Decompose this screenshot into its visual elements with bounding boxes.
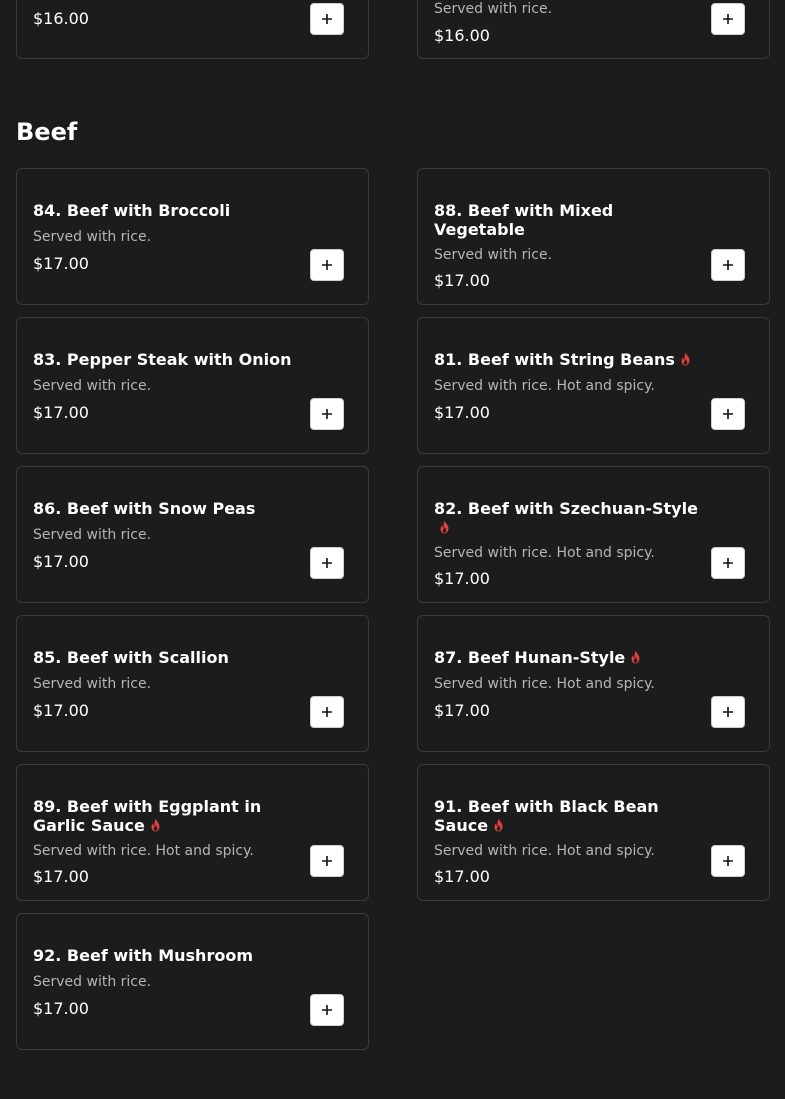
flame-icon bbox=[680, 351, 691, 370]
menu-item-card[interactable]: 91. Beef with Black Bean Sauce Served wit… bbox=[417, 764, 770, 901]
item-price: $17.00 bbox=[434, 271, 490, 290]
item-description: Served with rice. Hot and spicy. bbox=[33, 843, 254, 859]
menu-item-card[interactable]: 86. Beef with Snow Peas Served with rice.… bbox=[16, 466, 369, 603]
add-to-cart-button[interactable] bbox=[310, 845, 344, 877]
plus-icon bbox=[723, 260, 733, 270]
item-description: Served with rice. Hot and spicy. bbox=[434, 378, 655, 394]
item-name-text: 89. Beef with Eggplant in Garlic Sauce bbox=[33, 797, 262, 835]
item-description: Served with rice. Hot and spicy. bbox=[434, 843, 655, 859]
item-name: 91. Beef with Black Bean Sauce bbox=[434, 797, 699, 836]
item-name: 89. Beef with Eggplant in Garlic Sauce bbox=[33, 797, 298, 836]
item-name: 82. Beef with Szechuan-Style bbox=[434, 499, 699, 538]
item-description: Served with rice. Hot and spicy. bbox=[434, 545, 655, 561]
item-price: $17.00 bbox=[434, 867, 490, 886]
item-name-text: 86. Beef with Snow Peas bbox=[33, 499, 256, 518]
item-description: Served with rice. bbox=[33, 378, 152, 394]
item-name-text: 82. Beef with Szechuan-Style bbox=[434, 499, 698, 518]
item-name: 85. Beef with Scallion bbox=[33, 648, 298, 667]
add-to-cart-button[interactable] bbox=[310, 696, 344, 728]
menu-item-card[interactable]: 82. Beef with Szechuan-Style Served with … bbox=[417, 466, 770, 603]
add-to-cart-button[interactable] bbox=[711, 845, 745, 877]
item-name-text: 85. Beef with Scallion bbox=[33, 648, 229, 667]
plus-icon bbox=[322, 558, 332, 568]
plus-icon bbox=[322, 856, 332, 866]
add-to-cart-button[interactable] bbox=[711, 696, 745, 728]
menu-item-card[interactable]: Served with rice. $16.00 bbox=[417, 0, 770, 59]
item-name-text: 84. Beef with Broccoli bbox=[33, 201, 231, 220]
item-price: $17.00 bbox=[434, 403, 490, 422]
item-price: $17.00 bbox=[33, 999, 89, 1018]
item-price: $17.00 bbox=[33, 403, 89, 422]
plus-icon bbox=[723, 707, 733, 717]
flame-icon bbox=[493, 817, 504, 836]
item-name-text: 92. Beef with Mushroom bbox=[33, 946, 253, 965]
item-name: 81. Beef with String Beans bbox=[434, 350, 699, 370]
item-description: Served with rice. bbox=[33, 527, 152, 543]
add-to-cart-button[interactable] bbox=[310, 3, 344, 35]
item-name: 83. Pepper Steak with Onion bbox=[33, 350, 298, 369]
item-name-text: 88. Beef with Mixed Vegetable bbox=[434, 201, 614, 239]
item-price: $17.00 bbox=[434, 701, 490, 720]
item-name-text: 87. Beef Hunan-Style bbox=[434, 648, 626, 667]
add-to-cart-button[interactable] bbox=[711, 3, 745, 35]
item-description: Served with rice. bbox=[33, 229, 152, 245]
item-name-text: 83. Pepper Steak with Onion bbox=[33, 350, 292, 369]
menu-item-card[interactable]: 87. Beef Hunan-Style Served with rice. Ho… bbox=[417, 615, 770, 752]
item-price: $17.00 bbox=[33, 867, 89, 886]
plus-icon bbox=[723, 856, 733, 866]
section-title: Beef bbox=[16, 118, 78, 146]
item-description: Served with rice. bbox=[33, 676, 152, 692]
menu-item-card[interactable]: 81. Beef with String Beans Served with ri… bbox=[417, 317, 770, 454]
item-price: $17.00 bbox=[434, 569, 490, 588]
flame-icon bbox=[439, 519, 450, 538]
item-price: $17.00 bbox=[33, 254, 89, 273]
add-to-cart-button[interactable] bbox=[310, 398, 344, 430]
item-name-text: 91. Beef with Black Bean Sauce bbox=[434, 797, 659, 835]
item-price: $17.00 bbox=[33, 701, 89, 720]
item-name: 88. Beef with Mixed Vegetable bbox=[434, 201, 699, 239]
item-name-text: 81. Beef with String Beans bbox=[434, 350, 675, 369]
plus-icon bbox=[723, 558, 733, 568]
menu-item-card[interactable]: $16.00 bbox=[16, 0, 369, 59]
item-description: Served with rice. bbox=[434, 247, 553, 263]
item-name: 92. Beef with Mushroom bbox=[33, 946, 298, 965]
plus-icon bbox=[322, 707, 332, 717]
item-name: 87. Beef Hunan-Style bbox=[434, 648, 699, 668]
flame-icon bbox=[150, 817, 161, 836]
plus-icon bbox=[322, 1005, 332, 1015]
item-name: 84. Beef with Broccoli bbox=[33, 201, 298, 220]
menu-item-card[interactable]: 84. Beef with Broccoli Served with rice. $… bbox=[16, 168, 369, 305]
add-to-cart-button[interactable] bbox=[310, 249, 344, 281]
menu-item-card[interactable]: 88. Beef with Mixed Vegetable Served with… bbox=[417, 168, 770, 305]
item-description: Served with rice. Hot and spicy. bbox=[434, 676, 655, 692]
item-description: Served with rice. bbox=[33, 974, 152, 990]
add-to-cart-button[interactable] bbox=[310, 547, 344, 579]
plus-icon bbox=[322, 409, 332, 419]
plus-icon bbox=[322, 260, 332, 270]
plus-icon bbox=[322, 14, 332, 24]
item-name: 86. Beef with Snow Peas bbox=[33, 499, 298, 518]
add-to-cart-button[interactable] bbox=[711, 547, 745, 579]
menu-item-card[interactable]: 89. Beef with Eggplant in Garlic Sauce Se… bbox=[16, 764, 369, 901]
add-to-cart-button[interactable] bbox=[310, 994, 344, 1026]
item-description: Served with rice. bbox=[434, 1, 553, 17]
menu-item-card[interactable]: 85. Beef with Scallion Served with rice. $… bbox=[16, 615, 369, 752]
item-price: $16.00 bbox=[434, 26, 490, 45]
add-to-cart-button[interactable] bbox=[711, 249, 745, 281]
item-price: $17.00 bbox=[33, 552, 89, 571]
flame-icon bbox=[630, 649, 641, 668]
plus-icon bbox=[723, 409, 733, 419]
item-price: $16.00 bbox=[33, 9, 89, 28]
menu-page: $16.00 Served with rice. $16.00 Beef 84.… bbox=[0, 0, 785, 1099]
add-to-cart-button[interactable] bbox=[711, 398, 745, 430]
menu-item-card[interactable]: 83. Pepper Steak with Onion Served with r… bbox=[16, 317, 369, 454]
plus-icon bbox=[723, 14, 733, 24]
menu-item-card[interactable]: 92. Beef with Mushroom Served with rice. $… bbox=[16, 913, 369, 1050]
